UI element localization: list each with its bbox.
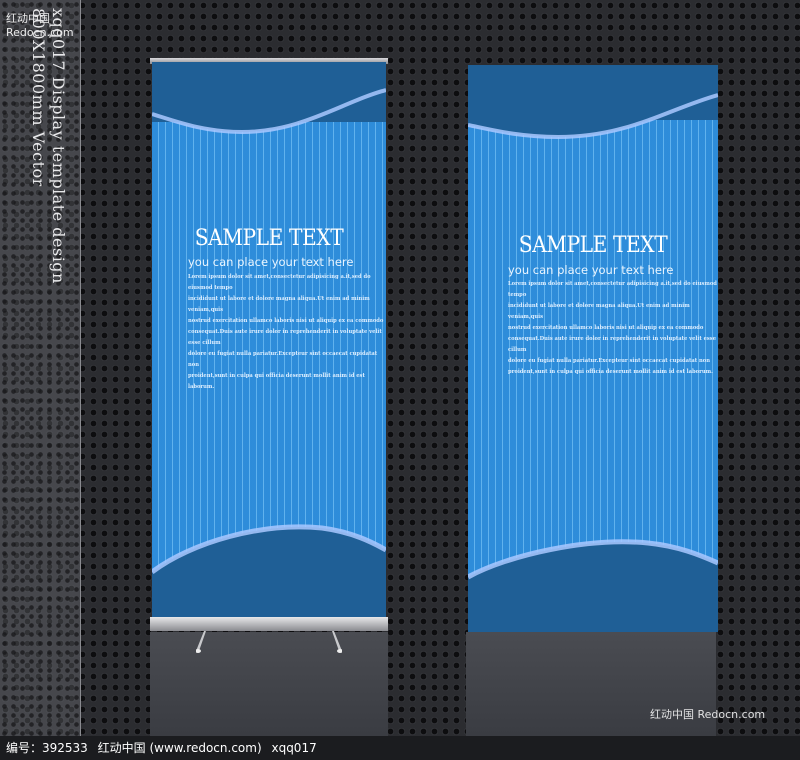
banner-right-tagline: you can place your text here [508,263,674,277]
banner-stand-base [150,617,388,631]
vertical-title-line-1: xqq017 Display template design [49,8,68,284]
banner-right: SAMPLE TEXT you can place your text here… [468,65,718,632]
banner-right-headline: SAMPLE TEXT [518,233,668,258]
body-line: dolore eu fugiat nulla pariatur.Excepteu… [188,351,378,368]
vertical-title-line-2: 800X1800mm Vector [29,8,48,187]
banner-left-body: Lorem ipsum dolor sit amet,consectetur a… [188,272,386,393]
vertical-title: xqq017 Display template design 800X1800m… [12,8,72,388]
banner-right-body: Lorem ipsum dolor sit amet,consectetur a… [508,279,718,378]
body-line: incididunt ut labore et dolore magna ali… [508,303,690,320]
body-line: nostrud exercitation ullamco laboris nis… [508,325,704,331]
perforated-metal-background: 红动中国 Redocn.com xqq017 Display template … [0,0,800,736]
image-id: 编号：392533 [6,741,88,755]
stand-foot-right [332,631,342,653]
watermark: 红动中国 Redocn.com [650,708,766,721]
site-link[interactable]: 红动中国 (www.redocn.com) [98,741,262,755]
body-line: Lorem ipsum dolor sit amet,consectetur a… [508,281,717,298]
info-bar: 编号：392533 红动中国 (www.redocn.com) xqq017 [0,736,800,760]
banner-left-tagline: you can place your text here [188,255,354,269]
body-line: nostrud exercitation ullamco laboris nis… [188,318,384,324]
template-code: xqq017 [271,741,317,755]
body-line: proident,sunt in culpa qui officia deser… [188,373,365,390]
title-side-panel: 红动中国 Redocn.com xqq017 Display template … [0,0,81,736]
body-line: incididunt ut labore et dolore magna ali… [188,296,370,313]
body-line: proident,sunt in culpa qui officia deser… [508,369,713,375]
floor-shadow-left [150,632,388,736]
body-line: consequat.Duis aute irure dolor in repre… [508,336,717,353]
body-line: Lorem ipsum dolor sit amet,consectetur a… [188,274,371,291]
body-line: consequat.Duis aute irure dolor in repre… [188,329,382,346]
body-line: dolore eu fugiat nulla pariatur.Excepteu… [508,358,710,364]
banner-left: SAMPLE TEXT you can place your text here… [152,62,386,617]
stand-foot-left [196,631,206,653]
banner-left-headline: SAMPLE TEXT [194,226,344,251]
